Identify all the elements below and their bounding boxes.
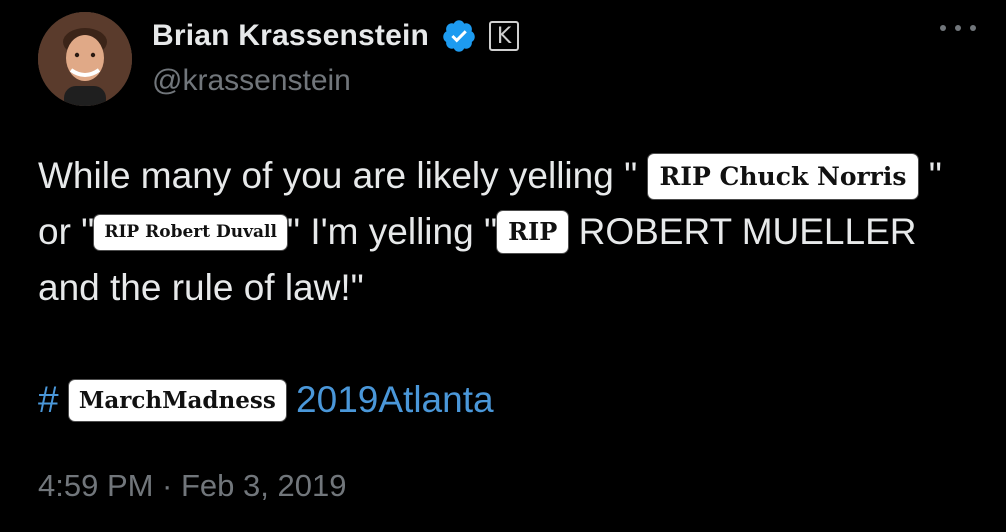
sticker-rip: RIP — [497, 211, 569, 254]
affiliate-k-icon[interactable]: K — [489, 21, 520, 51]
tweet-text: While many of you are likely yelling " R… — [38, 148, 978, 316]
hashtag-tail: 2019Atlanta — [296, 379, 494, 420]
tweet-text-segment: or " — [38, 211, 95, 252]
avatar-portrait-icon — [38, 12, 132, 106]
tweet-card: Brian Krassenstein K @krassenstein While… — [0, 0, 1006, 532]
sticker-rip-robert-duvall: RIP Robert Duvall — [94, 214, 287, 250]
hashtag-symbol: # — [38, 379, 59, 420]
tweet-text-segment: While many of you are likely yelling " — [38, 155, 638, 196]
sticker-rip-chuck-norris: RIP Chuck Norris — [647, 153, 919, 199]
tweet-line-3: and the rule of law!" — [38, 267, 364, 308]
sticker-march-madness: MarchMadness — [68, 379, 286, 421]
tweet-text-segment: ROBERT MUELLER — [578, 211, 917, 252]
author-handle[interactable]: @krassenstein — [152, 64, 351, 98]
hashtag-link[interactable]: # MarchMadness 2019Atlanta — [38, 374, 494, 426]
tweet-line-1: While many of you are likely yelling " R… — [38, 148, 978, 204]
author-name-row: Brian Krassenstein K — [152, 14, 520, 58]
verified-badge-icon[interactable] — [441, 18, 477, 54]
more-horizontal-icon[interactable] — [940, 18, 976, 38]
tweet-line-2: or " RIP Robert Duvall " I'm yelling " RIP … — [38, 204, 978, 260]
display-name[interactable]: Brian Krassenstein — [152, 19, 429, 53]
avatar[interactable] — [38, 12, 132, 106]
tweet-text-segment: " I'm yelling " — [286, 211, 498, 252]
tweet-text-segment: " — [928, 155, 942, 196]
tweet-timestamp[interactable]: 4:59 PM · Feb 3, 2019 — [38, 468, 346, 504]
